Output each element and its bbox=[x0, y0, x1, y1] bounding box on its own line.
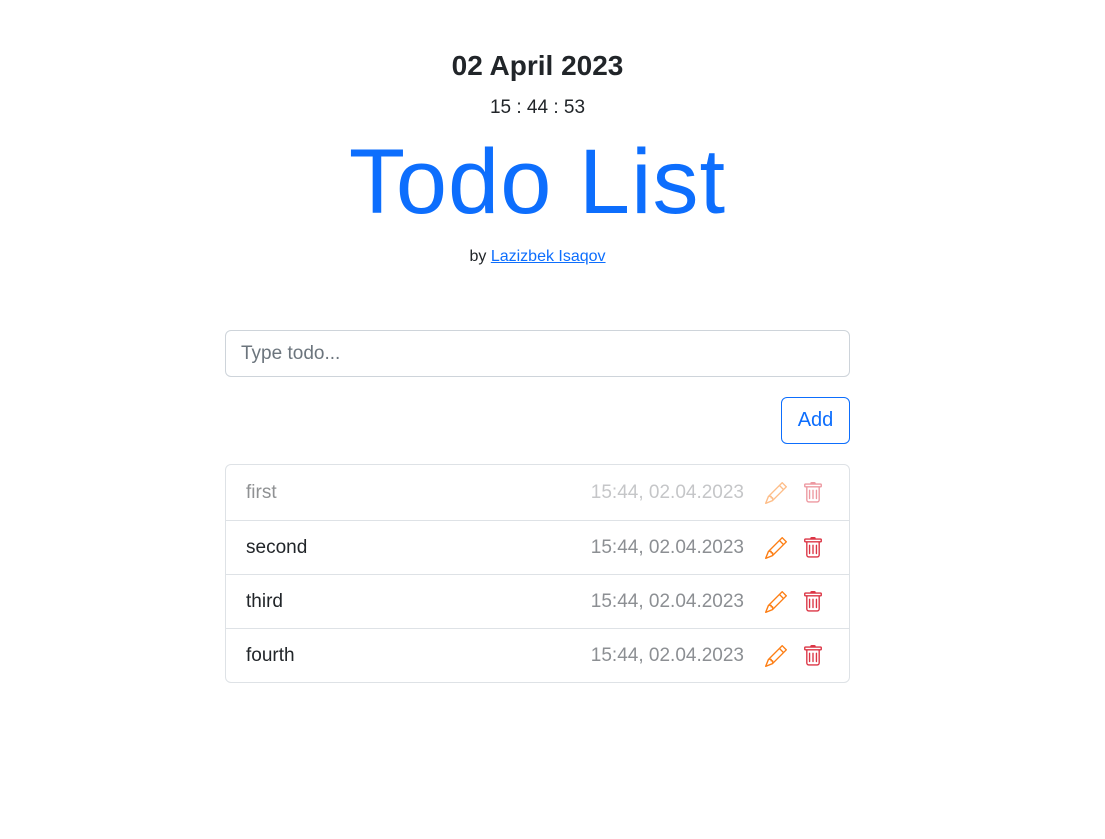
author-byline: by Lazizbek Isaqov bbox=[0, 246, 1075, 268]
author-link[interactable]: Lazizbek Isaqov bbox=[491, 248, 606, 265]
todo-item: third 15:44, 02.04.2023 bbox=[226, 574, 849, 628]
todo-text[interactable]: fourth bbox=[246, 645, 295, 667]
todo-app: 02 April 2023 15 : 44 : 53 Todo List by … bbox=[0, 0, 1105, 839]
trash-icon[interactable] bbox=[800, 535, 826, 561]
todo-timestamp: 15:44, 02.04.2023 bbox=[590, 590, 744, 612]
todo-timestamp: 15:44, 02.04.2023 bbox=[590, 481, 744, 503]
pencil-icon[interactable] bbox=[763, 535, 789, 561]
byline-prefix: by bbox=[469, 248, 487, 265]
pencil-icon[interactable] bbox=[763, 480, 789, 506]
trash-icon[interactable] bbox=[800, 643, 826, 669]
todo-text[interactable]: second bbox=[246, 537, 307, 559]
todo-input[interactable] bbox=[225, 330, 850, 377]
current-time: 15 : 44 : 53 bbox=[489, 97, 586, 118]
todo-item: second 15:44, 02.04.2023 bbox=[226, 520, 849, 574]
todo-item: first 15:44, 02.04.2023 bbox=[226, 465, 849, 520]
todo-text[interactable]: first bbox=[246, 482, 277, 504]
todo-list: first 15:44, 02.04.2023 second 15:44, 02… bbox=[225, 464, 850, 683]
page-title: Todo List bbox=[348, 131, 727, 233]
todo-timestamp: 15:44, 02.04.2023 bbox=[590, 536, 744, 558]
trash-icon[interactable] bbox=[800, 480, 826, 506]
pencil-icon[interactable] bbox=[763, 589, 789, 615]
todo-text[interactable]: third bbox=[246, 591, 283, 613]
current-date: 02 April 2023 bbox=[451, 50, 624, 81]
todo-item: fourth 15:44, 02.04.2023 bbox=[226, 628, 849, 682]
trash-icon[interactable] bbox=[800, 589, 826, 615]
pencil-icon[interactable] bbox=[763, 643, 789, 669]
todo-timestamp: 15:44, 02.04.2023 bbox=[590, 644, 744, 666]
add-button[interactable]: Add bbox=[781, 397, 850, 444]
